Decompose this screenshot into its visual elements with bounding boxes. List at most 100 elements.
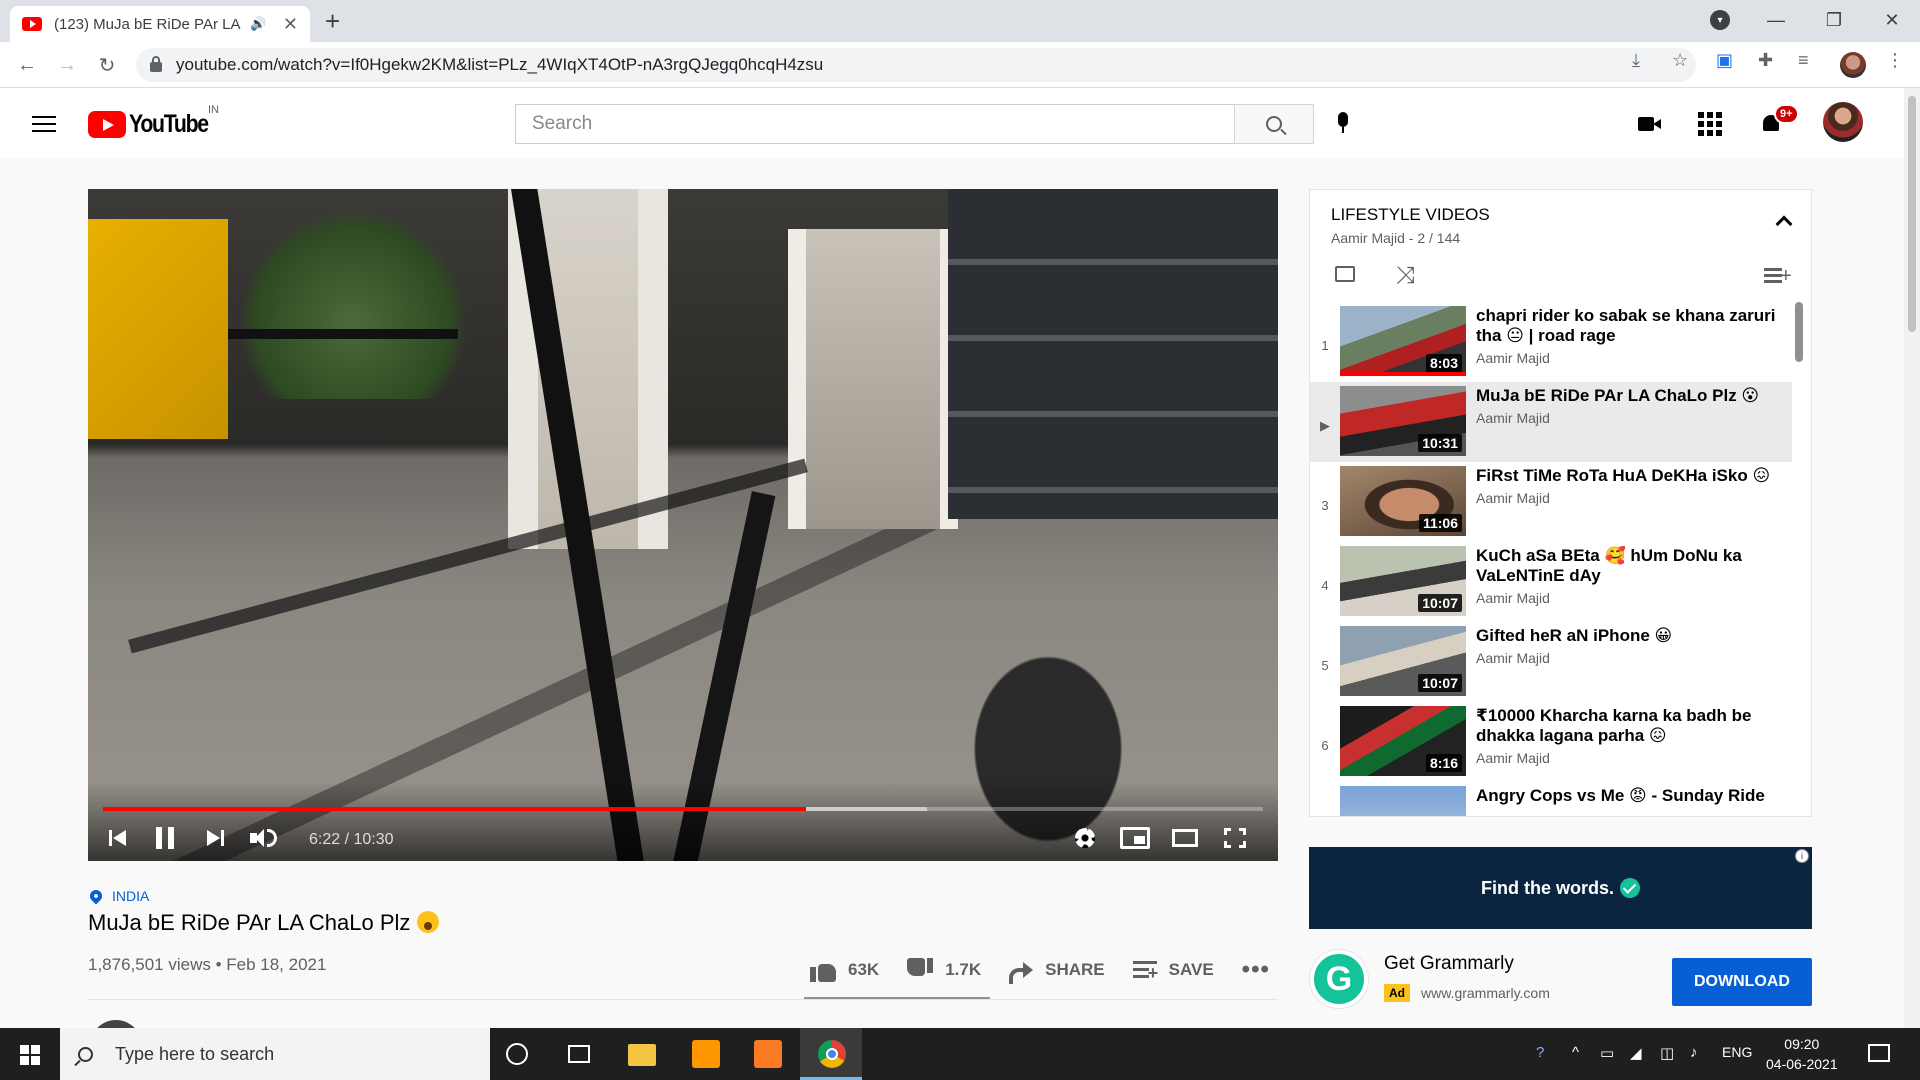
playlist-item[interactable]: 4 10:07 KuCh aSa BEta 🥰 hUm DoNu ka VaLeNT… [1310, 542, 1792, 622]
task-view-icon[interactable] [568, 1045, 590, 1063]
fullscreen-icon[interactable] [1220, 823, 1250, 853]
video-location[interactable]: INDIA [87, 887, 149, 905]
playlist-item[interactable]: 1 8:03 chapri rider ko sabak se khana zaru… [1310, 302, 1792, 382]
browser-tab-youtube[interactable]: (123) MuJa bE RiDe PAr LA C 🔊 ✕ [10, 6, 310, 42]
miniplayer-icon[interactable] [1120, 823, 1150, 853]
collapse-chevron-icon[interactable] [1775, 215, 1793, 233]
pause-icon[interactable] [150, 823, 180, 853]
playlist-item-title[interactable]: Gifted heR aN iPhone 😀 [1476, 626, 1776, 646]
playlist-item-title[interactable]: ₹10000 Kharcha karna ka badh be dhakka l… [1476, 706, 1776, 746]
video-thumbnail[interactable]: 10:31 [1340, 386, 1466, 456]
playlist-item-title[interactable]: chapri rider ko sabak se khana zaruri th… [1476, 306, 1776, 346]
ad-info-icon[interactable]: i [1795, 849, 1809, 863]
video-thumbnail[interactable]: 10:07 [1340, 546, 1466, 616]
voice-search-icon[interactable] [1336, 112, 1350, 134]
sublime-text-icon[interactable] [692, 1040, 720, 1068]
minimize-button[interactable]: — [1748, 0, 1804, 40]
system-clock[interactable]: 09:20 04-06-2021 [1766, 1034, 1838, 1074]
bookmark-star-icon[interactable]: ☆ [1672, 50, 1688, 71]
apps-grid-icon[interactable] [1698, 112, 1722, 136]
extension-translate-icon[interactable]: ▣ [1716, 50, 1733, 71]
battery-icon[interactable]: ▭ [1600, 1044, 1614, 1062]
page-scrollbar[interactable] [1904, 88, 1920, 1028]
ad-banner[interactable]: Find the words. [1309, 847, 1812, 929]
lock-icon[interactable] [150, 56, 162, 72]
playlist-item[interactable]: ▶ 10:31 MuJa bE RiDe PAr LA ChaLo Plz 😮 Aam… [1310, 382, 1792, 462]
playlist-item-title[interactable]: KuCh aSa BEta 🥰 hUm DoNu ka VaLeNTinE dA… [1476, 546, 1776, 586]
show-hidden-icons-chevron-icon[interactable]: ^ [1572, 1044, 1579, 1061]
wifi-icon[interactable]: ◫ [1660, 1044, 1674, 1062]
back-arrow-icon[interactable]: ← [12, 50, 42, 80]
extensions-puzzle-icon[interactable]: ✚ [1758, 50, 1773, 71]
shuffle-icon[interactable]: ⤨ [1396, 262, 1415, 290]
volume-tray-icon[interactable]: ♪ [1690, 1044, 1698, 1061]
playlist-scrollbar[interactable] [1795, 302, 1803, 362]
notification-badge: 9+ [1774, 104, 1799, 124]
loop-icon[interactable] [1335, 266, 1355, 282]
theater-mode-icon[interactable] [1170, 823, 1200, 853]
dislike-button[interactable]: 1.7K [907, 958, 981, 982]
cortana-icon[interactable] [506, 1043, 528, 1065]
maximize-button[interactable]: ❐ [1806, 0, 1862, 40]
playlist-item-title[interactable]: Angry Cops vs Me 😡 - Sunday Ride [1476, 786, 1776, 806]
address-bar[interactable]: youtube.com/watch?v=If0Hgekw2KM&list=PLz… [136, 48, 1696, 82]
language-indicator[interactable]: ENG [1722, 1044, 1752, 1060]
chrome-menu-icon[interactable]: ⋮ [1886, 50, 1904, 71]
like-button[interactable]: 63K [810, 958, 879, 982]
tab-close-icon[interactable]: ✕ [283, 14, 298, 35]
ad-download-button[interactable]: DOWNLOAD [1672, 958, 1812, 1006]
guide-menu-icon[interactable] [32, 116, 56, 132]
new-tab-button[interactable]: + [325, 6, 340, 37]
windows-start-icon[interactable] [20, 1045, 40, 1065]
xampp-icon[interactable] [754, 1040, 782, 1068]
ad-title[interactable]: Get Grammarly [1384, 953, 1514, 975]
playlist-title[interactable]: LIFESTYLE VIDEOS [1331, 205, 1490, 225]
tab-title: (123) MuJa bE RiDe PAr LA C [54, 15, 244, 33]
settings-gear-icon[interactable] [1070, 823, 1100, 853]
notifications-bell-icon[interactable]: 9+ [1760, 104, 1799, 136]
help-icon[interactable]: ? [1536, 1044, 1544, 1061]
video-thumbnail[interactable]: 10:07 [1340, 626, 1466, 696]
forward-arrow-icon[interactable]: → [52, 50, 82, 80]
playlist-item-title[interactable]: FiRst TiMe RoTa HuA DeKHa iSko 😖 [1476, 466, 1776, 486]
account-avatar[interactable] [1823, 102, 1863, 142]
video-thumbnail[interactable]: 8:16 [1340, 706, 1466, 776]
page-scrollbar-thumb[interactable] [1908, 96, 1916, 332]
taskbar-search[interactable]: Type here to search [60, 1028, 490, 1080]
share-button[interactable]: SHARE [1009, 960, 1105, 984]
video-thumbnail[interactable] [1340, 786, 1466, 816]
playlist-item[interactable]: 5 10:07 Gifted heR aN iPhone 😀 Aamir Majid [1310, 622, 1792, 702]
next-video-icon[interactable] [200, 823, 230, 853]
chrome-profile-avatar[interactable] [1840, 52, 1866, 78]
playlist-item-title[interactable]: MuJa bE RiDe PAr LA ChaLo Plz 😮 [1476, 386, 1776, 406]
playlist-item-index: 1 [1321, 338, 1329, 353]
video-player[interactable]: 6:22 / 10:30 [88, 189, 1278, 861]
youtube-logo[interactable]: YouTube IN [88, 104, 222, 139]
playlist-item[interactable]: Angry Cops vs Me 😡 - Sunday Ride [1310, 782, 1792, 816]
chrome-taskbar-icon[interactable] [818, 1040, 846, 1068]
playlist-item[interactable]: 3 11:06 FiRst TiMe RoTa HuA DeKHa iSko 😖 Aa… [1310, 462, 1792, 542]
more-actions-button[interactable]: ••• [1242, 956, 1270, 984]
video-progress-bar[interactable] [103, 807, 1263, 811]
action-center-icon[interactable] [1868, 1044, 1890, 1062]
grammarly-logo[interactable] [1310, 950, 1368, 1008]
media-control-icon[interactable]: ≡ [1798, 50, 1809, 71]
video-duration: 10:07 [1418, 674, 1462, 692]
network-icon[interactable]: ◢ [1630, 1044, 1642, 1062]
install-app-icon[interactable]: ⤓ [1632, 50, 1640, 71]
save-button[interactable]: SAVE [1132, 960, 1214, 982]
search-button[interactable] [1234, 104, 1314, 144]
video-thumbnail[interactable]: 11:06 [1340, 466, 1466, 536]
playlist-item[interactable]: 6 8:16 ₹10000 Kharcha karna ka badh be dha… [1310, 702, 1792, 782]
volume-icon[interactable] [248, 823, 278, 853]
tab-audio-icon[interactable]: 🔊 [250, 16, 266, 32]
create-video-icon[interactable] [1638, 112, 1662, 136]
tab-search-icon[interactable]: ▾ [1710, 10, 1730, 30]
previous-video-icon[interactable] [102, 823, 132, 853]
video-thumbnail[interactable]: 8:03 [1340, 306, 1466, 376]
close-window-button[interactable]: ✕ [1864, 0, 1920, 40]
reload-icon[interactable]: ↻ [92, 50, 122, 80]
save-playlist-icon[interactable] [1764, 266, 1792, 286]
search-input[interactable]: Search [515, 104, 1235, 144]
file-explorer-icon[interactable] [628, 1044, 656, 1066]
